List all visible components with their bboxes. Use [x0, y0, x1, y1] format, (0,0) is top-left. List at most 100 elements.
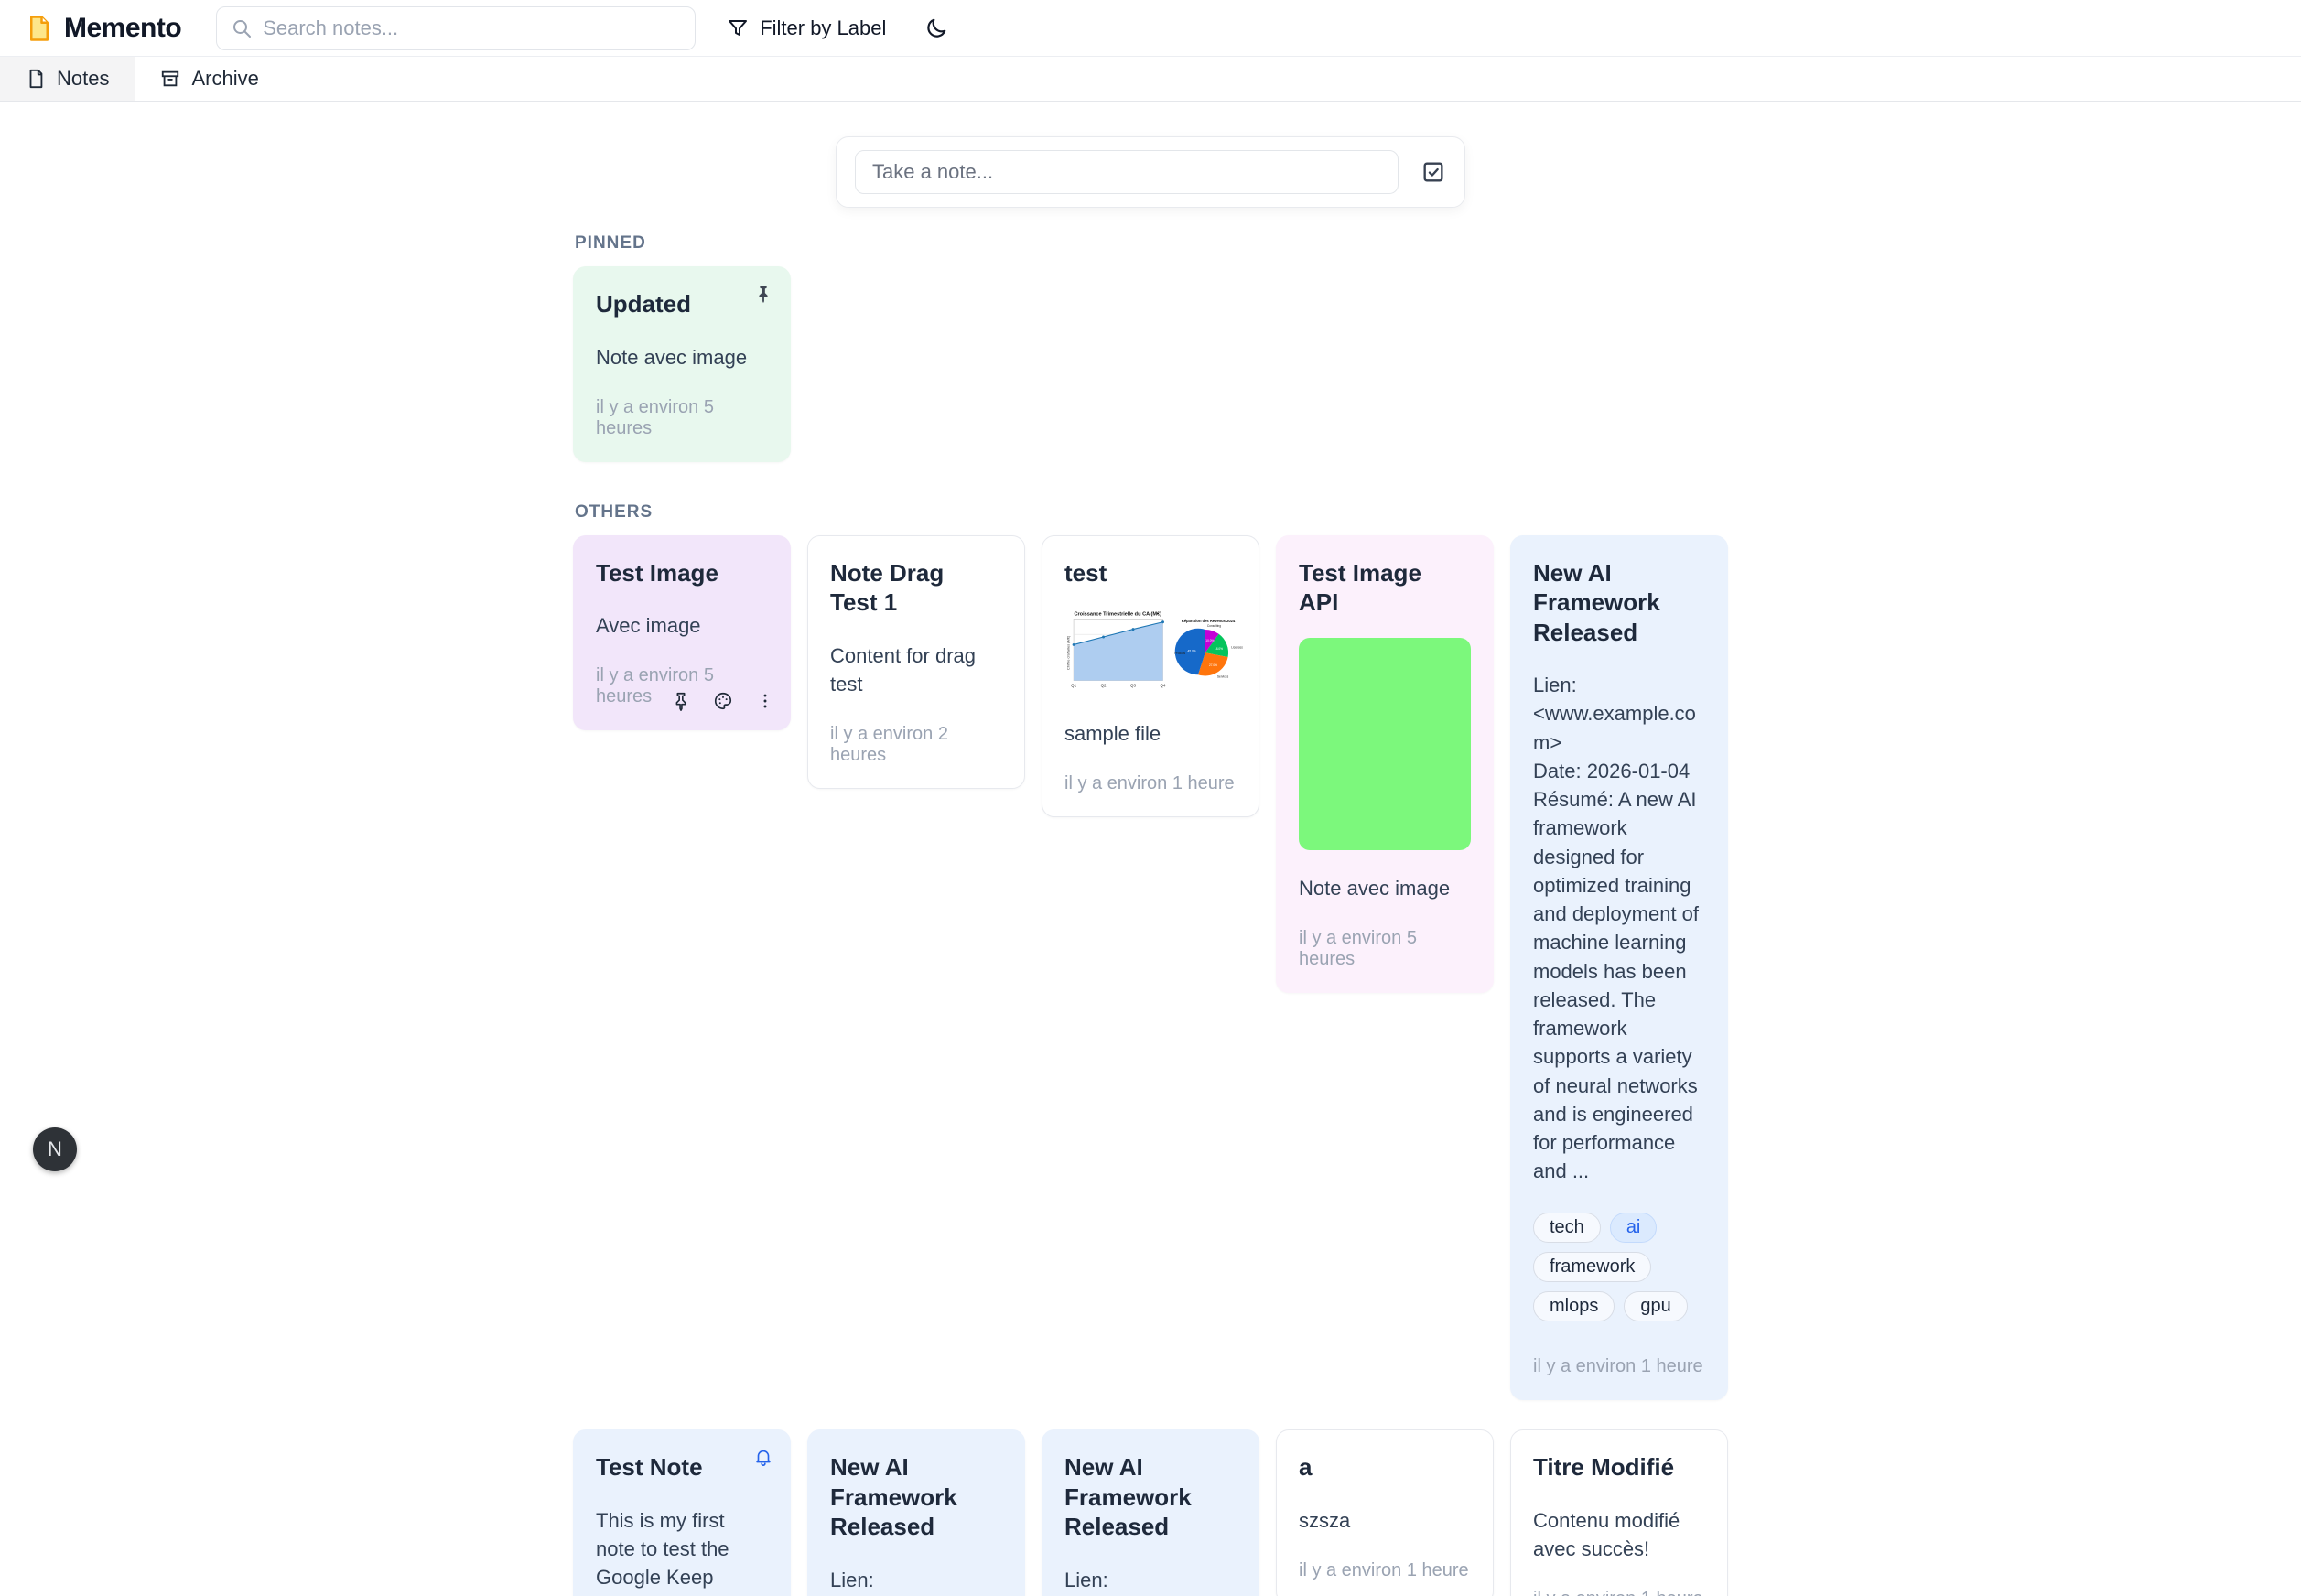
card-body: Lien: <www.example.com> Date: 2026-01-04… — [830, 1566, 1002, 1596]
card-body: Lien: <www.example.com> Date: 2026-01-04… — [1533, 671, 1705, 1185]
svg-text:Croissance Trimestrielle du CA: Croissance Trimestrielle du CA (M€) — [1074, 612, 1161, 618]
card-body: This is my first note to test the Google… — [596, 1506, 768, 1596]
svg-text:10.0%: 10.0% — [1205, 639, 1214, 642]
card-timestamp: il y a environ 1 heure — [1533, 1331, 1705, 1377]
app-header: Memento Filter by Label — [0, 0, 2301, 57]
note-card-test[interactable]: test Croissance Trimestrielle du CA (M€)… — [1042, 535, 1259, 818]
note-card-test-note[interactable]: Test Note This is my first note to test … — [573, 1429, 791, 1596]
pie-chart-image: Répartition des Revenus 2024 Consulting … — [1172, 604, 1244, 696]
card-title: Note Drag Test 1 — [830, 558, 1002, 618]
card-title: Test Image API — [1299, 558, 1471, 618]
dark-mode-toggle[interactable] — [924, 16, 948, 40]
search-icon — [231, 17, 253, 39]
filter-by-label-button[interactable]: Filter by Label — [718, 9, 895, 48]
card-title: Test Image — [596, 558, 768, 588]
card-timestamp: il y a environ 1 heure — [1299, 1535, 1471, 1581]
note-composer — [836, 136, 1465, 208]
card-body: Note avec image — [596, 343, 768, 372]
svg-text:Q4: Q4 — [1161, 684, 1166, 688]
card-timestamp: il y a environ 5 heures — [596, 372, 768, 439]
app-title: Memento — [64, 13, 181, 44]
avatar-button[interactable]: N — [33, 1127, 77, 1171]
svg-text:Q3: Q3 — [1130, 684, 1136, 688]
tag-row: tech ai framework mlops gpu — [1533, 1213, 1705, 1331]
tag-framework[interactable]: framework — [1533, 1252, 1651, 1282]
card-timestamp: il y a environ 1 heure — [1533, 1563, 1705, 1596]
new-checklist-button[interactable] — [1421, 159, 1446, 185]
card-body: Contenu modifié avec succès! — [1533, 1506, 1705, 1563]
note-card-note-drag-test[interactable]: Note Drag Test 1 Content for drag test i… — [807, 535, 1025, 789]
pin-outline-icon[interactable] — [671, 691, 691, 711]
card-hover-actions — [671, 691, 775, 711]
archive-icon — [160, 69, 180, 89]
card-body: Lien: <www.example.com>\nDate: 2026-01-0… — [1064, 1566, 1237, 1596]
card-body: Note avec image — [1299, 874, 1471, 902]
card-body: sample file — [1064, 719, 1237, 748]
moon-icon — [924, 16, 948, 40]
svg-text:Consulting: Consulting — [1207, 624, 1221, 628]
checkbox-icon — [1421, 159, 1446, 185]
card-timestamp: il y a environ 5 heures — [1299, 902, 1471, 970]
area-chart-image: Croissance Trimestrielle du CA (M€) Chif… — [1064, 604, 1167, 696]
tag-tech[interactable]: tech — [1533, 1213, 1601, 1243]
file-text-icon — [26, 69, 46, 89]
svg-text:18.0%: 18.0% — [1215, 647, 1223, 651]
note-card-a[interactable]: a szsza il y a environ 1 heure — [1276, 1429, 1494, 1596]
card-timestamp: il y a environ 1 heure — [1064, 748, 1237, 794]
svg-text:Q2: Q2 — [1101, 684, 1107, 688]
more-options-icon[interactable] — [755, 691, 775, 711]
tab-notes-label: Notes — [57, 67, 109, 91]
filter-by-label-text: Filter by Label — [760, 16, 886, 40]
note-image-green — [1299, 638, 1471, 850]
svg-text:Services: Services — [1217, 675, 1229, 679]
card-title: test — [1064, 558, 1237, 588]
card-body: Content for drag test — [830, 642, 1002, 698]
avatar-initial: N — [48, 1138, 62, 1161]
tag-gpu[interactable]: gpu — [1624, 1291, 1687, 1321]
svg-text:Répartition des Revenus 2024: Répartition des Revenus 2024 — [1182, 619, 1236, 623]
note-attachment-charts: Croissance Trimestrielle du CA (M€) Chif… — [1064, 604, 1237, 696]
others-grid: Test Image Avec image il y a environ 5 h… — [573, 535, 1728, 1596]
tab-archive-label: Archive — [191, 67, 258, 91]
note-card-test-image-api[interactable]: Test Image API Note avec image il y a en… — [1276, 535, 1494, 993]
tag-ai[interactable]: ai — [1610, 1213, 1658, 1243]
pinned-grid: Updated Note avec image il y a environ 5… — [573, 266, 1728, 462]
svg-text:Licences: Licences — [1231, 646, 1243, 650]
others-section-label: OTHERS — [575, 502, 1728, 523]
card-title: Test Note — [596, 1452, 768, 1483]
pinned-section-label: PINNED — [575, 233, 1728, 253]
note-logo-icon — [26, 15, 53, 42]
note-card-ai-framework-1[interactable]: New AI Framework Released Lien: <www.exa… — [1510, 535, 1728, 1401]
card-body: Avec image — [596, 611, 768, 640]
svg-text:45.0%: 45.0% — [1188, 650, 1196, 653]
card-timestamp: il y a environ 2 heures — [830, 698, 1002, 766]
take-a-note-input[interactable] — [855, 150, 1399, 194]
card-title: New AI Framework Released — [830, 1452, 1002, 1542]
note-card-test-image[interactable]: Test Image Avec image il y a environ 5 h… — [573, 535, 791, 731]
note-card-ai-framework-2[interactable]: New AI Framework Released Lien: <www.exa… — [807, 1429, 1025, 1596]
svg-text:Chiffre d'affaires (M€): Chiffre d'affaires (M€) — [1066, 635, 1071, 670]
note-card-titre-modifie[interactable]: Titre Modifié Contenu modifié avec succè… — [1510, 1429, 1728, 1596]
reminder-bell-icon[interactable] — [753, 1447, 773, 1472]
card-body: szsza — [1299, 1506, 1471, 1535]
card-title: Updated — [596, 289, 768, 319]
tab-bar: Notes Archive — [0, 57, 2301, 102]
search-input[interactable] — [216, 6, 696, 50]
svg-text:Q1: Q1 — [1071, 684, 1076, 688]
tab-notes[interactable]: Notes — [0, 57, 135, 101]
tab-archive[interactable]: Archive — [135, 57, 284, 101]
card-title: a — [1299, 1452, 1471, 1483]
note-card-ai-framework-3[interactable]: New AI Framework Released Lien: <www.exa… — [1042, 1429, 1259, 1596]
pin-filled-icon[interactable] — [753, 284, 773, 308]
card-title: New AI Framework Released — [1064, 1452, 1237, 1542]
svg-text:Produits: Produits — [1174, 652, 1185, 655]
palette-icon[interactable] — [713, 691, 733, 711]
notes-content: PINNED Updated Note avec image il y a en… — [573, 233, 1728, 1596]
funnel-icon — [727, 17, 749, 39]
svg-text:27.0%: 27.0% — [1209, 663, 1217, 667]
search-box — [216, 6, 696, 50]
tag-mlops[interactable]: mlops — [1533, 1291, 1615, 1321]
note-card-updated[interactable]: Updated Note avec image il y a environ 5… — [573, 266, 791, 462]
card-title: New AI Framework Released — [1533, 558, 1705, 648]
app-logo: Memento — [26, 13, 181, 44]
